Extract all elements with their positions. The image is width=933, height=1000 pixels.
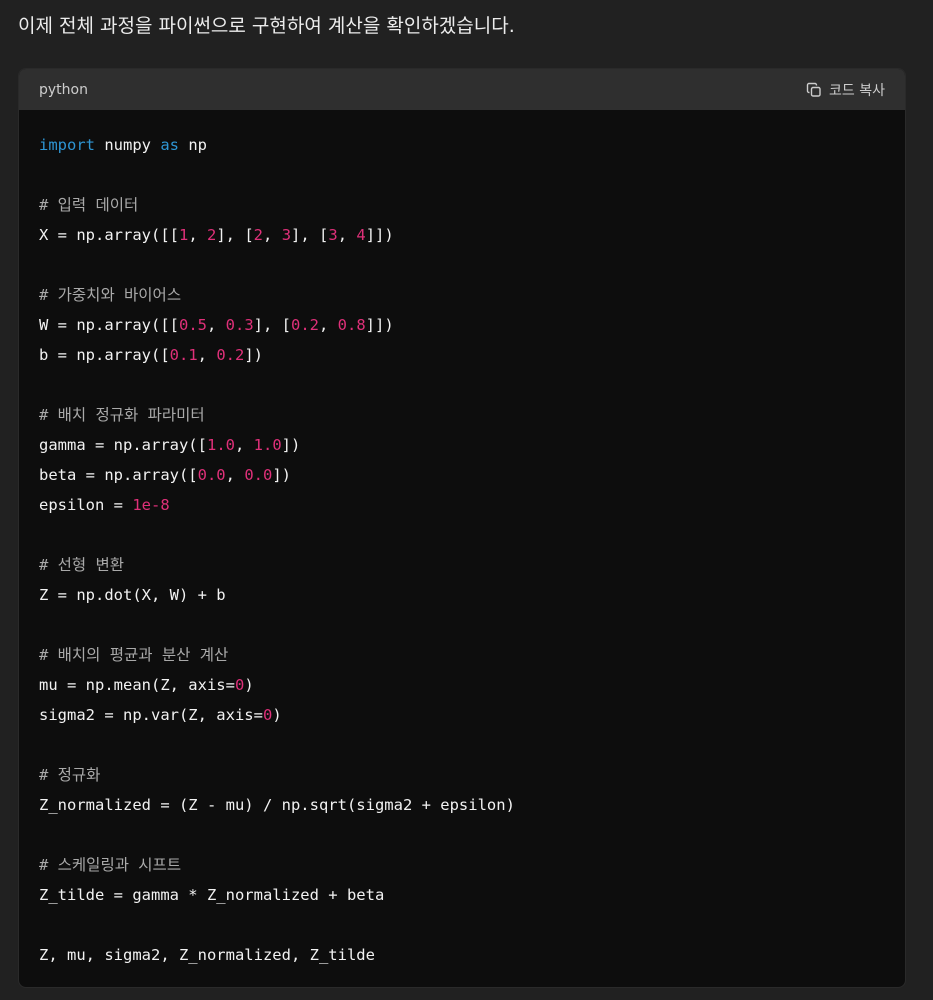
copy-icon (806, 82, 822, 98)
code-line: import numpy as np (39, 130, 885, 160)
code-number: 0.2 (290, 316, 319, 334)
code-keyword: import (39, 136, 95, 154)
code-line: ​ (39, 160, 885, 190)
code-text: b = np.array([ (39, 346, 170, 364)
code-number: 2 (253, 226, 264, 244)
code-text: , (188, 226, 207, 244)
code-line: gamma = np.array([1.0, 1.0]) (39, 430, 885, 460)
code-number: 2 (207, 226, 217, 244)
code-comment: # 가중치와 바이어스 (39, 286, 182, 304)
code-line: Z_tilde = gamma * Z_normalized + beta (39, 880, 885, 910)
code-comment: # 선형 변환 (39, 556, 125, 574)
code-keyword: as (160, 136, 179, 154)
code-line: epsilon = 1e-8 (39, 490, 885, 520)
code-number: 0.8 (337, 316, 366, 334)
code-line: Z_normalized = (Z - mu) / np.sqrt(sigma2… (39, 790, 885, 820)
code-line: ​ (39, 730, 885, 760)
code-comment: # 입력 데이터 (39, 196, 139, 214)
copy-code-button[interactable]: 코드 복사 (806, 80, 885, 100)
code-line: # 입력 데이터 (39, 190, 885, 220)
code-content[interactable]: import numpy as np​# 입력 데이터X = np.array(… (39, 130, 885, 970)
code-line: Z = np.dot(X, W) + b (39, 580, 885, 610)
code-text: ]]) (365, 226, 394, 244)
code-line: ​ (39, 370, 885, 400)
code-number: 1.0 (206, 436, 235, 454)
code-number: 1e-8 (132, 496, 170, 514)
code-line: W = np.array([[0.5, 0.3], [0.2, 0.8]]) (39, 310, 885, 340)
code-line: ​ (39, 250, 885, 280)
code-line: ​ (39, 610, 885, 640)
code-line: # 가중치와 바이어스 (39, 280, 885, 310)
code-number: 3 (328, 226, 338, 244)
code-comment: # 배치의 평균과 분산 계산 (39, 646, 229, 664)
code-comment: # 정규화 (39, 766, 101, 784)
code-text: Z_tilde = gamma * Z_normalized + beta (39, 886, 385, 904)
copy-code-label: 코드 복사 (829, 82, 885, 99)
code-text: ]) (244, 346, 263, 364)
code-line: # 배치 정규화 파라미터 (39, 400, 885, 430)
code-text: ]) (281, 436, 301, 454)
code-number: 0.5 (178, 316, 207, 334)
code-text: , (206, 316, 226, 334)
code-line: mu = np.mean(Z, axis=0) (39, 670, 885, 700)
code-text: X = np.array([[ (39, 226, 179, 244)
code-line: sigma2 = np.var(Z, axis=0) (39, 700, 885, 730)
code-line: b = np.array([0.1, 0.2]) (39, 340, 885, 370)
code-number: 0.1 (169, 346, 198, 364)
code-text: epsilon = (39, 496, 133, 514)
code-number: 1.0 (253, 436, 282, 454)
code-line: # 스케일링과 시프트 (39, 850, 885, 880)
code-text: ) (244, 676, 254, 694)
code-language-label: python (39, 81, 88, 98)
code-number: 0.0 (244, 466, 273, 484)
code-text: Z_normalized = (Z - mu) / np.sqrt(sigma2… (39, 796, 515, 814)
code-text: np (179, 136, 207, 154)
code-text: mu = np.mean(Z, axis= (39, 676, 235, 694)
code-block: python 코드 복사 import numpy as np​# 입력 데이터… (18, 68, 906, 988)
code-text: ], [ (216, 226, 254, 244)
code-text: , (225, 466, 245, 484)
assistant-message-text: 이제 전체 과정을 파이썬으로 구현하여 계산을 확인하겠습니다. (18, 15, 515, 37)
code-number: 0.3 (225, 316, 254, 334)
code-text: sigma2 = np.var(Z, axis= (39, 706, 263, 724)
code-line: ​ (39, 820, 885, 850)
code-line: Z, mu, sigma2, Z_normalized, Z_tilde (39, 940, 885, 970)
code-text: W = np.array([[ (39, 316, 179, 334)
code-text: numpy (95, 136, 161, 154)
code-text: ], [ (291, 226, 329, 244)
code-number: 0 (262, 706, 273, 724)
code-text: , (263, 226, 282, 244)
code-line: # 정규화 (39, 760, 885, 790)
code-text: , (318, 316, 338, 334)
code-line: # 선형 변환 (39, 550, 885, 580)
code-line: beta = np.array([0.0, 0.0]) (39, 460, 885, 490)
code-number: 3 (281, 226, 292, 244)
code-line: ​ (39, 910, 885, 940)
code-text: beta = np.array([ (39, 466, 198, 484)
code-body[interactable]: import numpy as np​# 입력 데이터X = np.array(… (19, 110, 905, 970)
code-text: gamma = np.array([ (39, 436, 207, 454)
code-number: 0.2 (216, 346, 245, 364)
code-text: , (234, 436, 254, 454)
code-line: ​ (39, 520, 885, 550)
code-number: 1 (178, 226, 189, 244)
code-text: ]) (272, 466, 291, 484)
code-text: , (197, 346, 217, 364)
code-text: Z = np.dot(X, W) + b (39, 586, 226, 604)
code-block-header: python 코드 복사 (19, 69, 905, 110)
code-text: ]]) (365, 316, 394, 334)
code-line: X = np.array([[1, 2], [2, 3], [3, 4]]) (39, 220, 885, 250)
code-text: ) (272, 706, 282, 724)
code-text: Z, mu, sigma2, Z_normalized, Z_tilde (39, 946, 375, 964)
code-line: # 배치의 평균과 분산 계산 (39, 640, 885, 670)
code-number: 0 (234, 676, 245, 694)
code-comment: # 스케일링과 시프트 (39, 856, 182, 874)
code-text: ], [ (253, 316, 291, 334)
code-number: 0.0 (197, 466, 226, 484)
code-number: 4 (356, 226, 366, 244)
code-text: , (337, 226, 357, 244)
code-comment: # 배치 정규화 파라미터 (39, 406, 205, 424)
